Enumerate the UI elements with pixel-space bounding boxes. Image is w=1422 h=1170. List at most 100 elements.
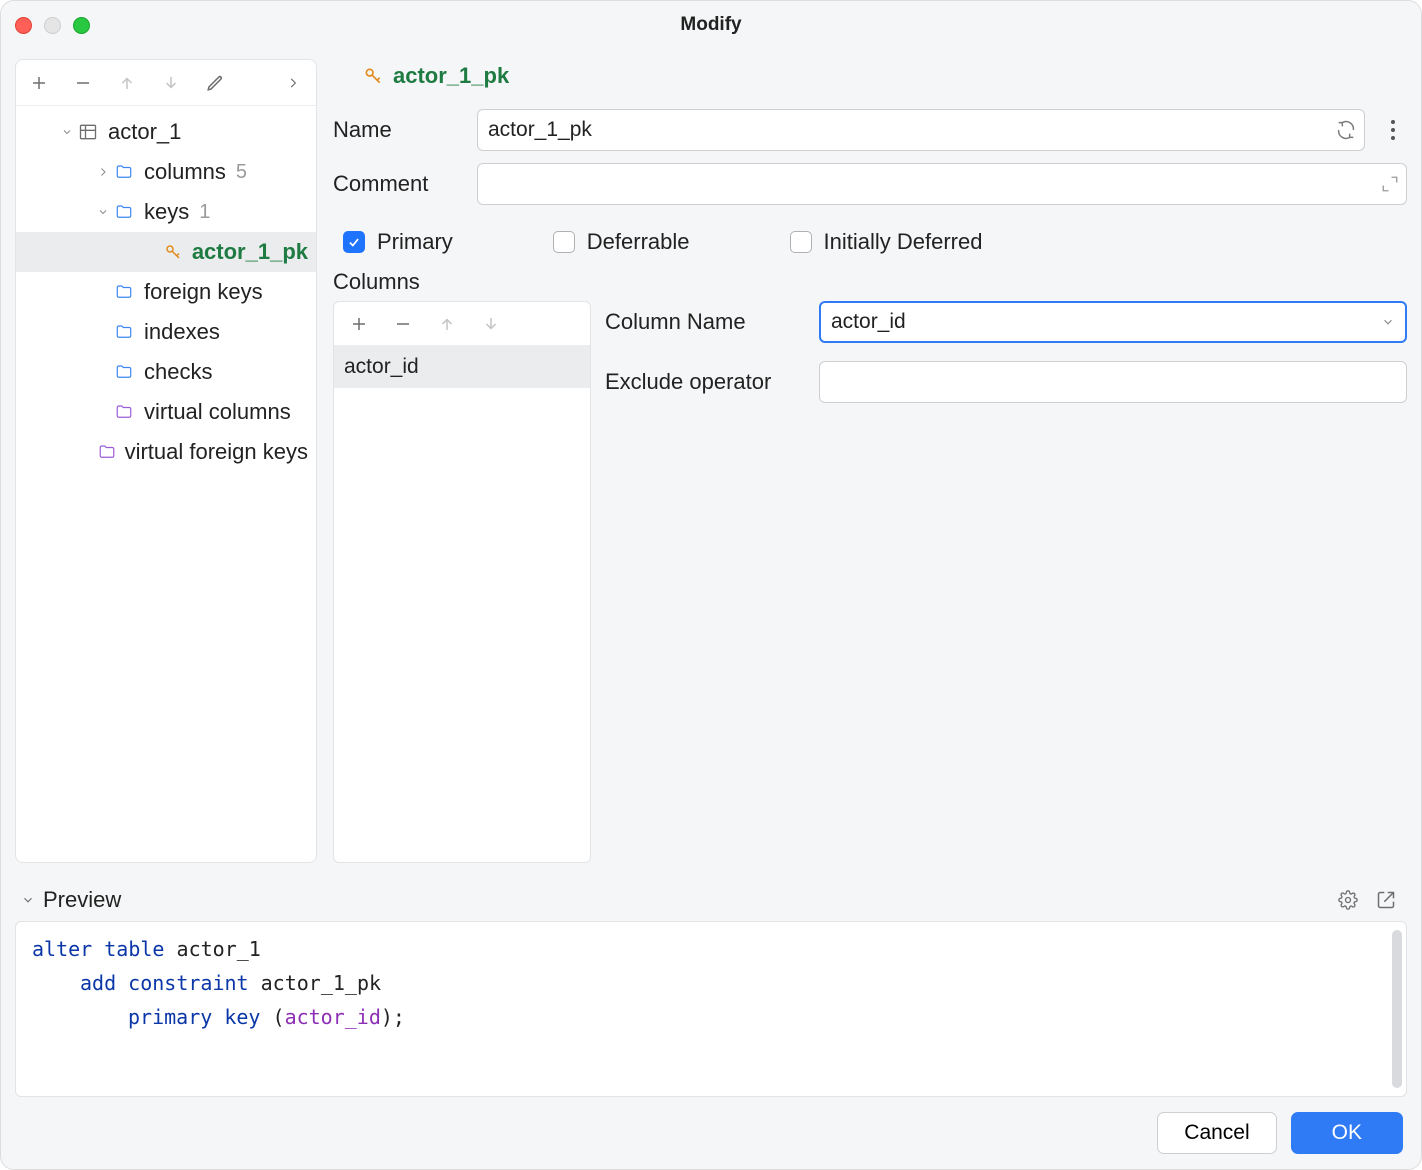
sql-punct: ( [273, 1005, 285, 1029]
main-content: actor_1 columns 5 [1, 49, 1421, 871]
tree-node-indexes[interactable]: indexes [16, 312, 316, 352]
tree-node-count: 5 [236, 161, 247, 184]
schema-tree[interactable]: actor_1 columns 5 [16, 106, 316, 862]
tree-node-label: foreign keys [144, 279, 263, 305]
key-icon [363, 66, 383, 86]
checkbox-icon [790, 231, 812, 253]
sql-keyword: primary [128, 1005, 212, 1029]
sql-keyword: constraint [128, 971, 248, 995]
table-icon [76, 122, 100, 142]
chevron-down-icon [21, 893, 35, 907]
folder-icon [112, 163, 136, 181]
scrollbar[interactable] [1392, 930, 1402, 1088]
tree-node-label: checks [144, 359, 212, 385]
titlebar: Modify [1, 1, 1421, 49]
column-up-button[interactable] [432, 309, 462, 339]
columns-list: actor_id [333, 301, 591, 863]
move-up-button[interactable] [112, 68, 142, 98]
exclude-operator-input[interactable] [819, 361, 1407, 403]
tree-node-count: 1 [199, 201, 210, 224]
columns-list-toolbar [334, 302, 590, 346]
tree-node-table[interactable]: actor_1 [16, 112, 316, 152]
detail-panel: actor_1_pk Name Comment [333, 59, 1407, 863]
chevron-right-icon [94, 163, 112, 181]
sql-identifier: actor_1 [177, 937, 261, 961]
sql-identifier: actor_1_pk [261, 971, 381, 995]
rename-suggest-icon[interactable] [1335, 119, 1357, 141]
initially-deferred-label: Initially Deferred [824, 229, 983, 255]
checkbox-icon [343, 231, 365, 253]
exclude-operator-label: Exclude operator [605, 369, 805, 395]
sql-column: actor_id [285, 1005, 381, 1029]
open-external-icon[interactable] [1371, 885, 1401, 915]
columns-section: Columns [333, 265, 1407, 863]
name-label: Name [333, 117, 463, 143]
tree-node-label: actor_1 [108, 119, 181, 145]
column-name-row: Column Name actor_id [605, 301, 1407, 343]
tree-toolbar [16, 60, 316, 106]
tree-node-foreign-keys[interactable]: foreign keys [16, 272, 316, 312]
key-icon [162, 243, 184, 261]
comment-row: Comment [333, 157, 1407, 211]
tree-node-columns[interactable]: columns 5 [16, 152, 316, 192]
folder-icon [112, 363, 136, 381]
edit-button[interactable] [200, 68, 230, 98]
tree-node-keys[interactable]: keys 1 [16, 192, 316, 232]
ok-button[interactable]: OK [1291, 1112, 1403, 1154]
folder-icon [112, 403, 136, 421]
chevron-down-icon [1381, 315, 1395, 329]
remove-button[interactable] [68, 68, 98, 98]
settings-icon[interactable] [1333, 885, 1363, 915]
tree-node-label: virtual columns [144, 399, 291, 425]
columns-label: Columns [333, 265, 591, 301]
folder-icon [112, 323, 136, 341]
sql-keyword: table [104, 937, 164, 961]
columns-list-panel: Columns [333, 265, 591, 863]
column-name-select[interactable]: actor_id [819, 301, 1407, 343]
name-input[interactable] [477, 109, 1365, 151]
preview-section: Preview alter table actor_1 add constra [15, 879, 1407, 1097]
column-list-item-label: actor_id [344, 355, 419, 379]
sql-punct: ); [381, 1005, 405, 1029]
comment-input[interactable] [477, 163, 1407, 205]
move-down-button[interactable] [156, 68, 186, 98]
tree-node-label: columns [144, 159, 226, 185]
column-list-item[interactable]: actor_id [334, 346, 590, 388]
remove-column-button[interactable] [388, 309, 418, 339]
sql-keyword: key [224, 1005, 260, 1029]
add-button[interactable] [24, 68, 54, 98]
tree-node-label: actor_1_pk [192, 239, 308, 265]
tree-node-key-item[interactable]: actor_1_pk [16, 232, 316, 272]
chevron-down-icon [58, 123, 76, 141]
cancel-button[interactable]: Cancel [1157, 1112, 1276, 1154]
column-down-button[interactable] [476, 309, 506, 339]
modify-dialog: Modify [0, 0, 1422, 1170]
detail-header-name: actor_1_pk [393, 63, 509, 89]
name-row: Name [333, 103, 1407, 157]
window-title: Modify [1, 14, 1421, 36]
expand-icon[interactable] [1381, 175, 1399, 193]
tree-node-label: virtual foreign keys [125, 439, 308, 465]
tree-node-virtual-columns[interactable]: virtual columns [16, 392, 316, 432]
preview-title: Preview [43, 887, 121, 913]
chevron-down-icon [94, 203, 112, 221]
sql-keyword: alter [32, 937, 92, 961]
tree-node-virtual-foreign-keys[interactable]: virtual foreign keys [16, 432, 316, 472]
column-props: Column Name actor_id Exclude operator [605, 265, 1407, 863]
sql-keyword: add [80, 971, 116, 995]
comment-label: Comment [333, 171, 463, 197]
tree-panel: actor_1 columns 5 [15, 59, 317, 863]
tree-node-checks[interactable]: checks [16, 352, 316, 392]
more-actions-button[interactable] [1379, 112, 1407, 148]
sql-preview[interactable]: alter table actor_1 add constraint actor… [15, 921, 1407, 1097]
initially-deferred-checkbox[interactable]: Initially Deferred [790, 229, 983, 255]
folder-icon [112, 283, 136, 301]
primary-checkbox[interactable]: Primary [343, 229, 453, 255]
column-name-label: Column Name [605, 309, 805, 335]
deferrable-checkbox[interactable]: Deferrable [553, 229, 690, 255]
detail-header: actor_1_pk [333, 59, 1407, 103]
folder-icon [97, 443, 117, 461]
expand-toolbar-button[interactable] [278, 68, 308, 98]
add-column-button[interactable] [344, 309, 374, 339]
preview-header[interactable]: Preview [15, 879, 1407, 921]
